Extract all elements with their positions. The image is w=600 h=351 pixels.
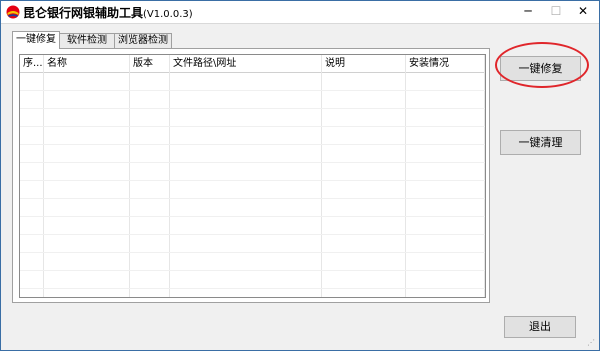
list-header: 序... 名称 版本 文件路径\网址 说明 安装情况 (20, 55, 485, 73)
column-divider[interactable] (169, 55, 170, 297)
title-bar[interactable]: 昆仑银行网银辅助工具(V1.0.0.3) ─ ☐ ✕ (1, 1, 599, 24)
tab-one-click-repair[interactable]: 一键修复 (12, 31, 60, 49)
tab-panel: 序... 名称 版本 文件路径\网址 说明 安装情况 (12, 48, 490, 303)
one-click-repair-button[interactable]: 一键修复 (500, 56, 581, 81)
row-guide (20, 216, 485, 217)
column-divider[interactable] (484, 55, 485, 297)
column-divider[interactable] (43, 55, 44, 297)
app-name: 昆仑银行网银辅助工具 (23, 6, 144, 20)
column-header-install-status[interactable]: 安装情况 (406, 55, 485, 72)
row-guide (20, 144, 485, 145)
one-click-clean-button[interactable]: 一键清理 (500, 130, 581, 155)
row-guide (20, 162, 485, 163)
column-divider[interactable] (321, 55, 322, 297)
column-divider[interactable] (405, 55, 406, 297)
tab-software-check[interactable]: 软件检测 (59, 33, 115, 48)
row-guide (20, 180, 485, 181)
app-version: (V1.0.0.3) (143, 9, 193, 20)
row-guide (20, 270, 485, 271)
close-button[interactable]: ✕ (567, 1, 599, 21)
row-guide (20, 108, 485, 109)
column-header-description[interactable]: 说明 (322, 55, 406, 72)
maximize-button[interactable]: ☐ (542, 1, 570, 21)
row-guide (20, 90, 485, 91)
window-title: 昆仑银行网银辅助工具(V1.0.0.3) (23, 4, 193, 21)
app-window: 昆仑银行网银辅助工具(V1.0.0.3) ─ ☐ ✕ 一键修复 软件检测 浏览器… (0, 0, 600, 351)
tab-browser-check[interactable]: 浏览器检测 (114, 33, 172, 48)
row-guide (20, 198, 485, 199)
column-header-version[interactable]: 版本 (130, 55, 170, 72)
kunlun-logo-icon (6, 5, 20, 19)
row-guide (20, 126, 485, 127)
column-header-index[interactable]: 序... (20, 55, 44, 72)
resize-grip-icon[interactable]: ⋰ (587, 338, 597, 348)
column-header-path[interactable]: 文件路径\网址 (170, 55, 322, 72)
minimize-button[interactable]: ─ (514, 1, 542, 21)
column-header-name[interactable]: 名称 (44, 55, 130, 72)
row-guide (20, 234, 485, 235)
column-divider[interactable] (129, 55, 130, 297)
row-guide (20, 288, 485, 289)
row-guide (20, 252, 485, 253)
exit-button[interactable]: 退出 (504, 316, 576, 338)
component-list[interactable]: 序... 名称 版本 文件路径\网址 说明 安装情况 (19, 54, 486, 298)
